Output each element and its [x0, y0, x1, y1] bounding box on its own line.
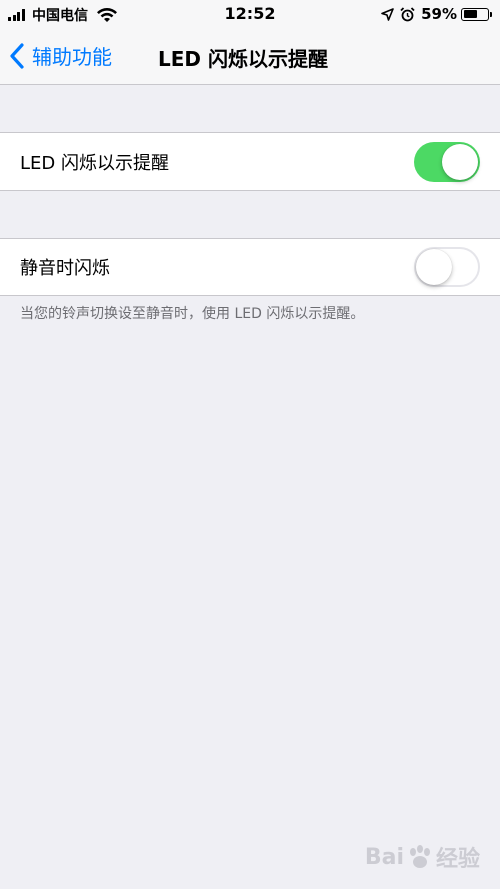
paw-logo-icon: [409, 845, 430, 868]
battery-nub: [490, 11, 492, 17]
toggle-knob: [442, 143, 478, 180]
led-flash-label: LED 闪烁以示提醒: [20, 152, 169, 174]
back-button[interactable]: 辅助功能: [10, 41, 112, 70]
watermark-text-left: Bai: [364, 844, 404, 870]
page-title: LED 闪烁以示提醒: [158, 47, 328, 71]
led-flash-toggle[interactable]: [414, 141, 480, 182]
toggle-knob: [416, 249, 452, 285]
battery-icon: [461, 7, 489, 21]
watermark-text-right: 经验: [435, 847, 480, 872]
led-flash-row: LED 闪烁以示提醒: [0, 133, 500, 190]
flash-on-silent-group: 静音时闪烁: [0, 238, 500, 296]
chevron-left-icon: [10, 42, 24, 69]
footer-note: 当您的铃声切换设至静音时，使用 LED 闪烁以示提醒。: [20, 306, 365, 322]
status-bar: 中国电信 12:52 59%: [0, 0, 500, 30]
battery-percent: 59%: [421, 5, 457, 23]
status-right: 59%: [381, 4, 492, 24]
flash-on-silent-toggle[interactable]: [414, 247, 480, 287]
watermark: Bai 经验: [365, 841, 480, 873]
battery-fill: [463, 10, 478, 18]
back-label: 辅助功能: [32, 45, 112, 69]
flash-on-silent-label: 静音时闪烁: [20, 258, 110, 279]
alarm-icon: [400, 6, 415, 21]
location-arrow-icon: [381, 7, 394, 21]
led-flash-group: LED 闪烁以示提醒: [0, 132, 500, 191]
flash-on-silent-row: 静音时闪烁: [0, 239, 500, 295]
navigation-bar: 辅助功能 LED 闪烁以示提醒: [0, 30, 500, 85]
